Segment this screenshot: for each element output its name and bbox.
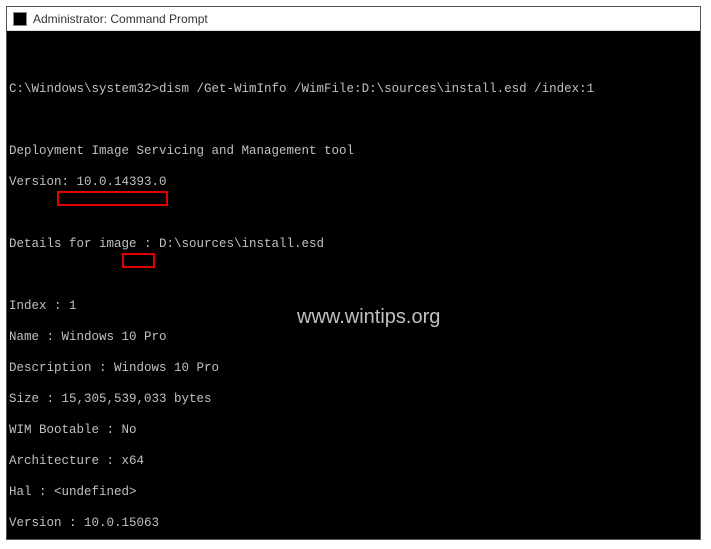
window-title: Administrator: Command Prompt xyxy=(33,12,208,26)
name-value: Windows 10 Pro xyxy=(62,330,167,344)
blank-line xyxy=(9,206,698,222)
tool-version: Version: 10.0.14393.0 xyxy=(9,175,698,191)
arch-line: Architecture : x64 xyxy=(9,454,698,470)
titlebar[interactable]: Administrator: Command Prompt xyxy=(7,7,700,31)
description-line: Description : Windows 10 Pro xyxy=(9,361,698,377)
command-prompt-window: Administrator: Command Prompt C:\Windows… xyxy=(6,6,701,540)
blank-line xyxy=(9,268,698,284)
blank-line xyxy=(9,113,698,129)
cmd-icon xyxy=(13,12,27,26)
command-line: C:\Windows\system32>dism /Get-WimInfo /W… xyxy=(9,82,698,98)
wimboot-line: WIM Bootable : No xyxy=(9,423,698,439)
name-line: Name : Windows 10 Pro xyxy=(9,330,698,346)
hal-line: Hal : <undefined> xyxy=(9,485,698,501)
version-line: Version : 10.0.15063 xyxy=(9,516,698,532)
command-text: dism /Get-WimInfo /WimFile:D:\sources\in… xyxy=(159,82,594,96)
size-line: Size : 15,305,539,033 bytes xyxy=(9,392,698,408)
highlight-name xyxy=(57,191,168,206)
tool-header: Deployment Image Servicing and Managemen… xyxy=(9,144,698,160)
blank-line xyxy=(9,51,698,67)
highlight-arch xyxy=(122,253,155,268)
arch-value: x64 xyxy=(122,454,145,468)
prompt: C:\Windows\system32> xyxy=(9,82,159,96)
details-line: Details for image : D:\sources\install.e… xyxy=(9,237,698,253)
index-line: Index : 1 xyxy=(9,299,698,315)
terminal-output[interactable]: C:\Windows\system32>dism /Get-WimInfo /W… xyxy=(7,31,700,539)
